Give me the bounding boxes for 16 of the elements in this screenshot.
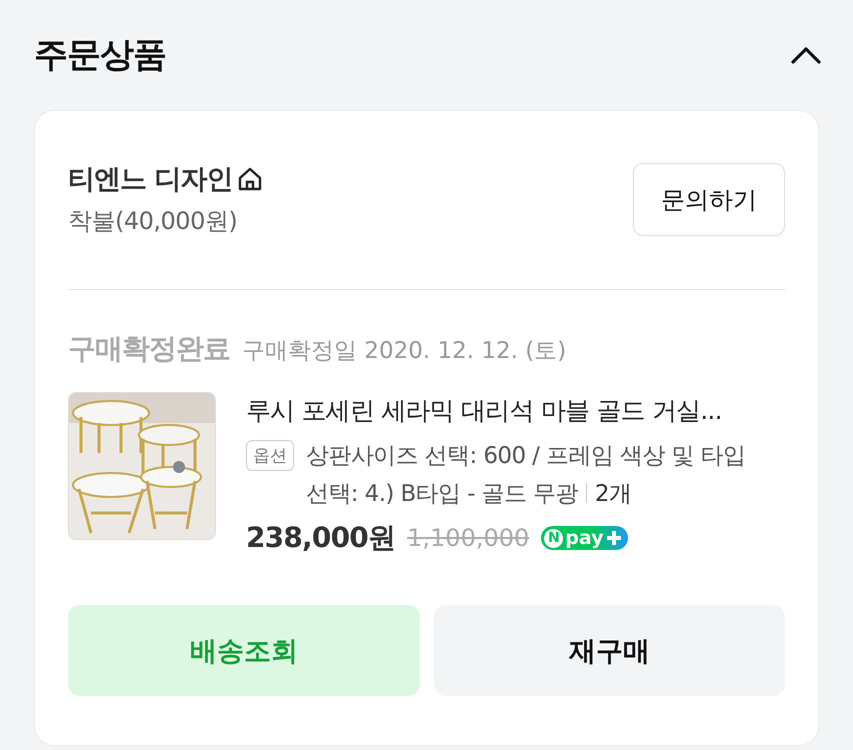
contact-button[interactable]: 문의하기: [633, 163, 785, 236]
product-title: 루시 포세린 세라믹 대리석 마블 골드 거실...: [246, 395, 723, 427]
pay-label: pay: [565, 528, 604, 548]
option-text: 상판사이즈 선택: 600 / 프레임 색상 및 타입 선택: 4.) B타입 - 골드 무광 2개: [306, 442, 746, 509]
original-price: 1,100,000: [407, 524, 530, 552]
order-status: 구매확정완료: [68, 331, 230, 367]
seller-name: 티엔느 디자인: [68, 163, 232, 197]
option-tag: 옵션: [246, 440, 294, 471]
price: 238,000원: [246, 520, 396, 556]
confirmed-date: 구매확정일 2020. 12. 12. (토): [242, 337, 566, 366]
reorder-button[interactable]: 재구매: [434, 605, 785, 696]
collapse-button[interactable]: [791, 46, 821, 64]
plus-icon: [606, 530, 622, 546]
shipping-fee: 착불(40,000원): [68, 206, 238, 237]
section-title: 주문상품: [34, 34, 166, 77]
n-logo: N: [544, 528, 564, 548]
